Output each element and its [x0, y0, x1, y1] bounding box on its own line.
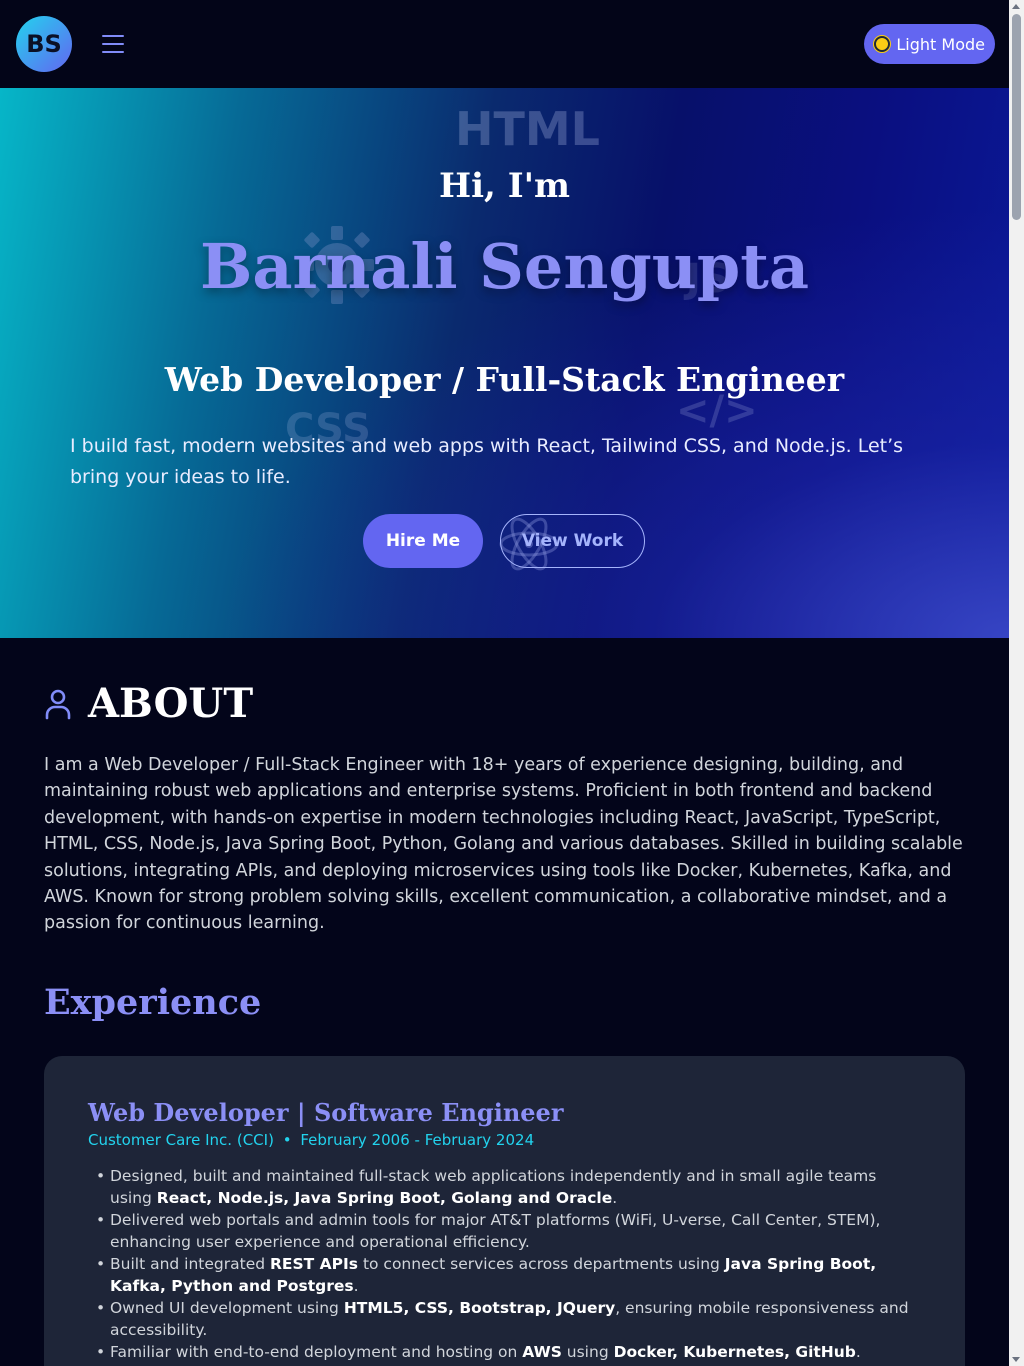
experience-title: Experience	[44, 982, 262, 1023]
job-title: Web Developer | Software Engineer	[88, 1098, 564, 1127]
hero-role: Web Developer / Full-Stack Engineer	[164, 360, 845, 399]
top-navbar: BS Light Mode	[0, 0, 1009, 88]
view-work-button[interactable]: View Work	[500, 514, 645, 568]
list-item: Owned UI development using HTML5, CSS, B…	[88, 1297, 921, 1341]
job-bullet-list: Designed, built and maintained full-stac…	[88, 1165, 921, 1363]
list-item: Designed, built and maintained full-stac…	[88, 1165, 921, 1209]
header-left: BS	[16, 16, 124, 72]
logo-avatar[interactable]: BS	[16, 16, 72, 72]
hero-description: I build fast, modern websites and web ap…	[70, 435, 904, 488]
page-scrollbar[interactable]	[1009, 0, 1024, 1366]
experience-card: Web Developer | Software Engineer Custom…	[44, 1056, 965, 1366]
list-item: Built and integrated REST APIs to connec…	[88, 1253, 921, 1297]
hire-me-button[interactable]: Hire Me	[363, 514, 483, 568]
job-separator: •	[282, 1131, 292, 1149]
scroll-up-arrow[interactable]	[1012, 4, 1020, 9]
job-dates: February 2006 - February 2024	[300, 1131, 535, 1149]
about-paragraph: I am a Web Developer / Full-Stack Engine…	[44, 755, 963, 934]
hero-section: HTML JS CSS </> Hi, I'm Barnali Sengupta…	[0, 88, 1009, 638]
menu-icon[interactable]	[102, 35, 124, 53]
about-title: ABOUT	[88, 680, 254, 727]
light-mode-label: Light Mode	[896, 34, 985, 54]
user-icon	[45, 689, 71, 719]
scroll-down-arrow[interactable]	[1012, 1357, 1020, 1362]
about-heading: ABOUT	[44, 680, 253, 727]
sun-icon	[874, 36, 891, 52]
hero-name: Barnali Sengupta	[199, 230, 810, 303]
list-item: Familiar with end-to-end deployment and …	[88, 1341, 921, 1363]
job-meta: Customer Care Inc. (CCI) • February 2006…	[88, 1131, 921, 1149]
hero-greeting: Hi, I'm	[438, 166, 570, 206]
scrollbar-thumb[interactable]	[1012, 14, 1021, 220]
job-company: Customer Care Inc. (CCI)	[88, 1131, 274, 1149]
list-item: Delivered web portals and admin tools fo…	[88, 1209, 921, 1253]
light-mode-toggle-button[interactable]: Light Mode	[864, 24, 995, 64]
ghost-html-text: HTML	[455, 102, 600, 156]
